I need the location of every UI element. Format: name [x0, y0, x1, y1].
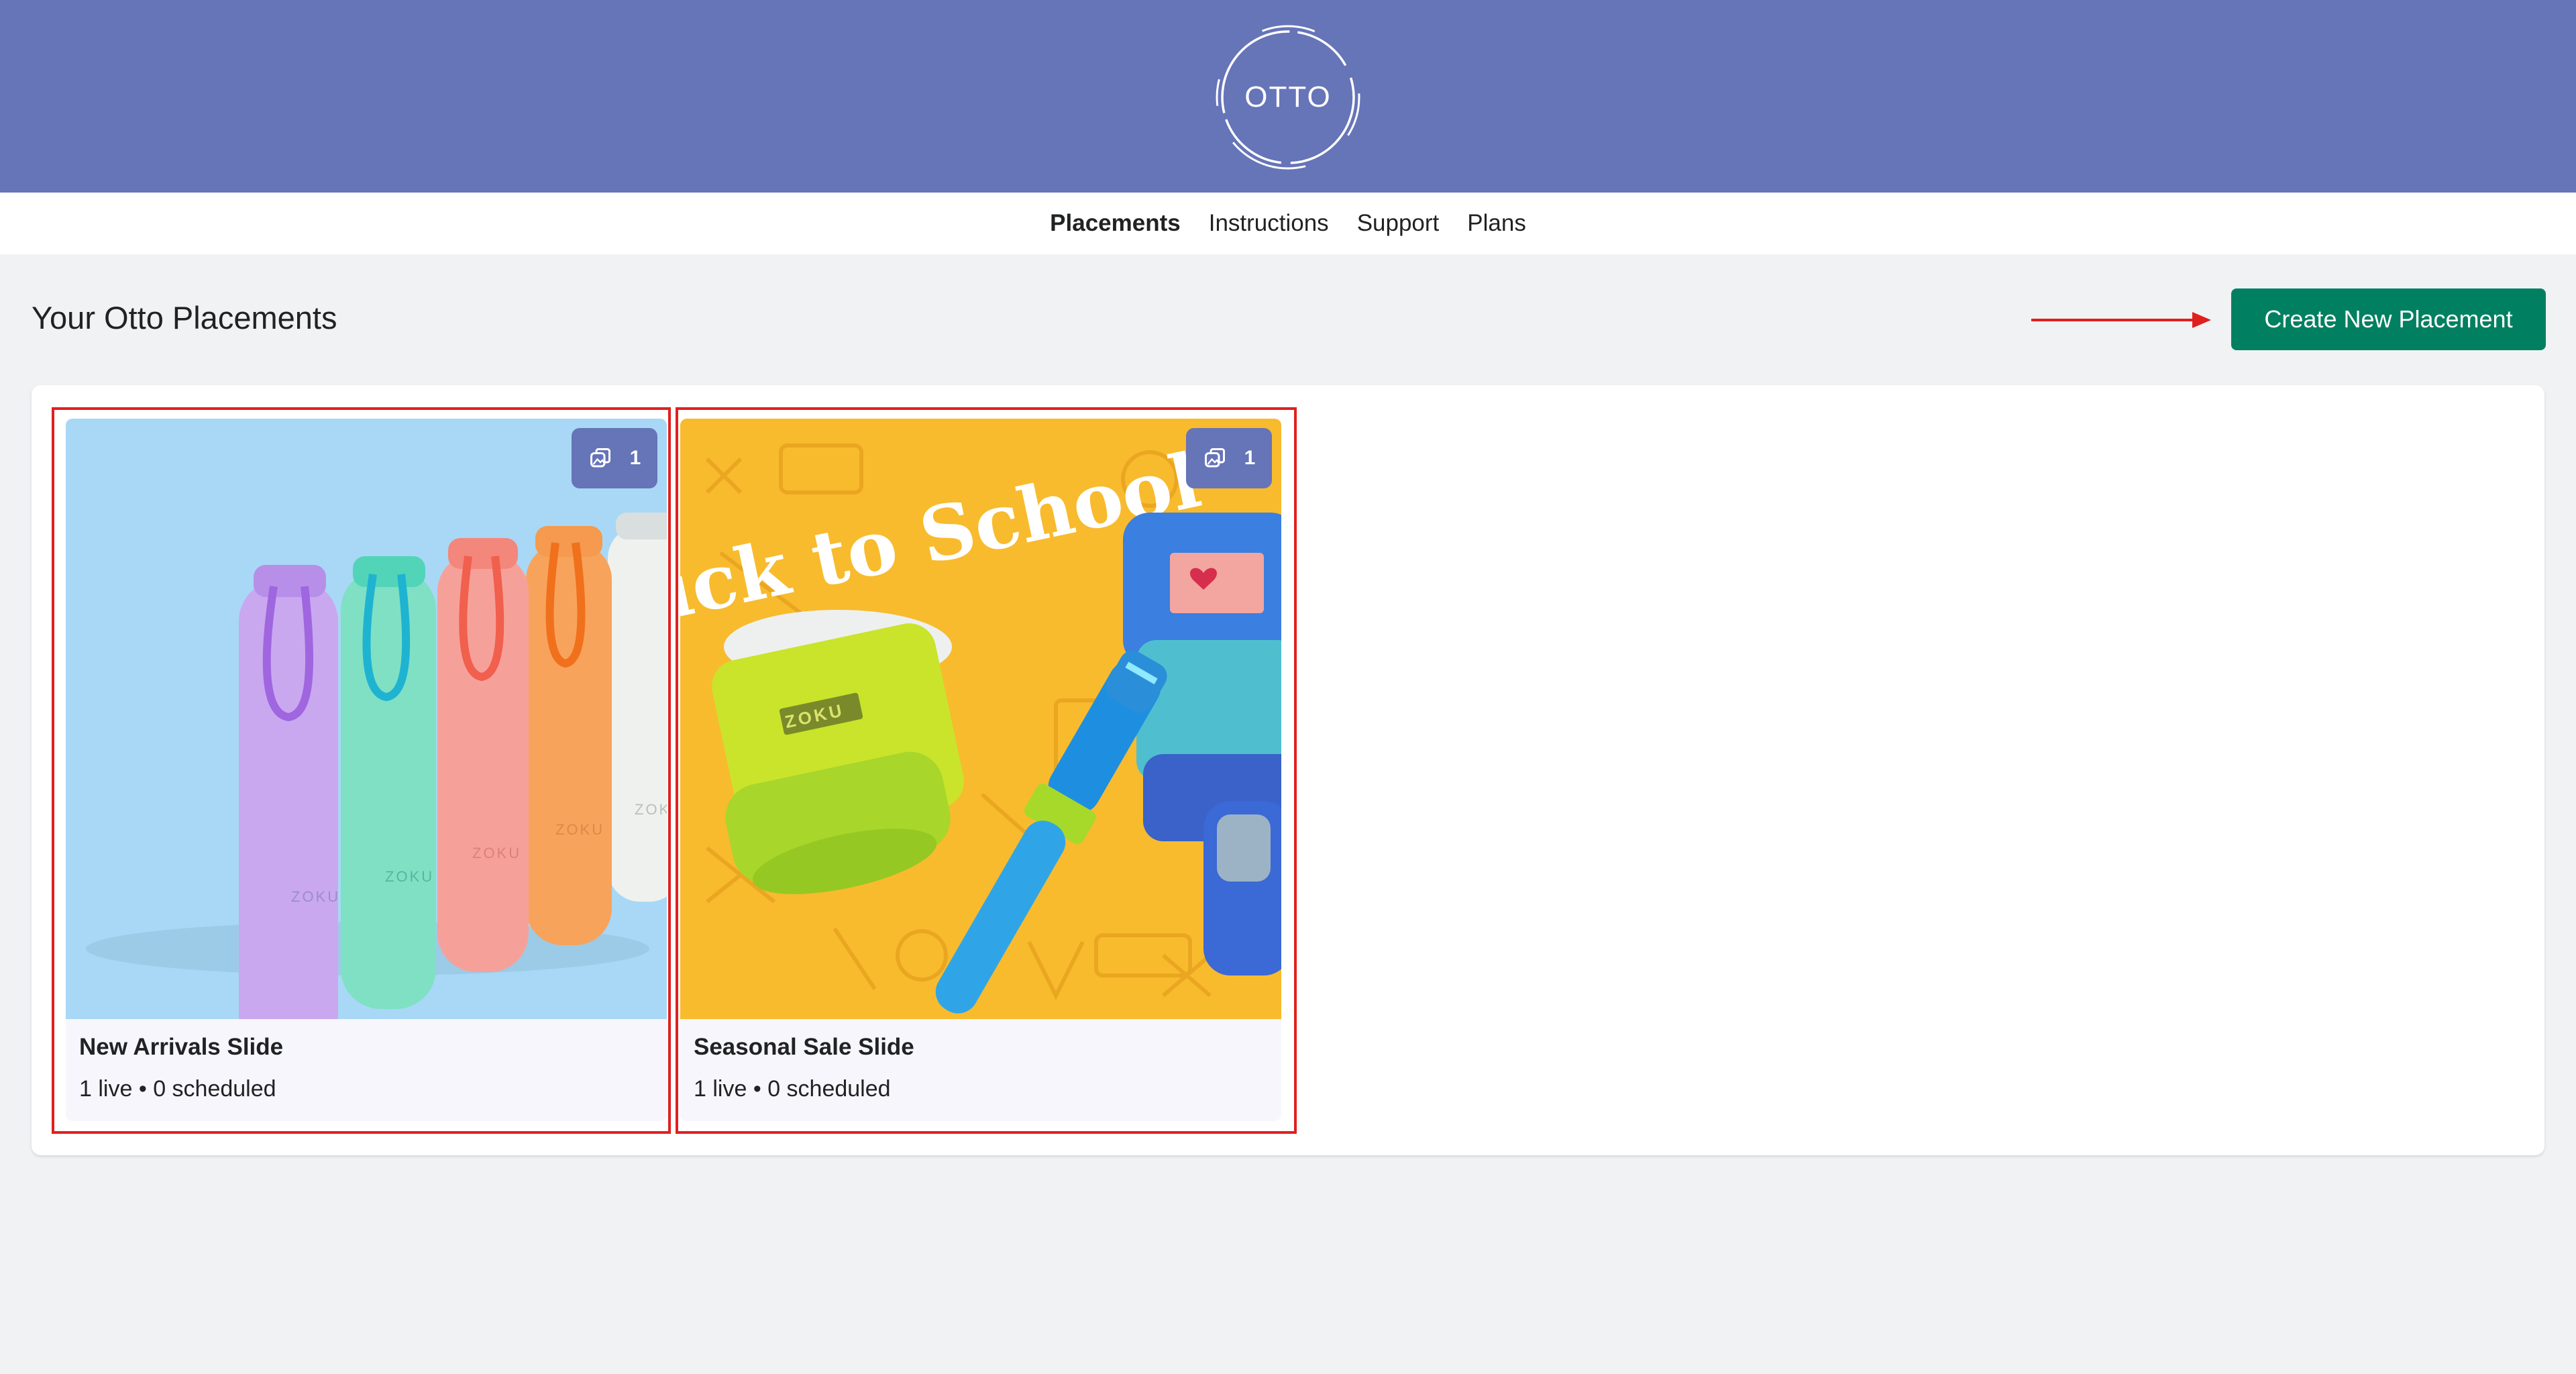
- create-new-placement-button[interactable]: Create New Placement: [2231, 288, 2546, 350]
- bottle-brand-text: ZOKU: [555, 821, 604, 838]
- red-arrow-icon: [2031, 312, 2211, 328]
- placement-card[interactable]: ZOKU ZOKU ZOKU ZOKU ZOK 1 New Arrivals S…: [66, 419, 667, 1121]
- bottle-brand-text: ZOKU: [472, 845, 521, 861]
- slides-stack-icon: [590, 448, 610, 468]
- placement-card[interactable]: ick to School ZOKU 1 Seasonal Sale Slide…: [680, 419, 1281, 1121]
- otto-logo[interactable]: OTTO: [1212, 21, 1364, 173]
- nav-item-instructions[interactable]: Instructions: [1209, 210, 1329, 237]
- slide-count-badge: 1: [572, 428, 657, 488]
- slide-count: 1: [629, 447, 641, 469]
- scheduled-count: 0 scheduled: [153, 1076, 276, 1102]
- page-title: Your Otto Placements: [32, 300, 337, 335]
- slide-count-badge: 1: [1186, 428, 1272, 488]
- placement-title: New Arrivals Slide: [79, 1034, 284, 1060]
- slides-stack-icon: [1204, 448, 1225, 468]
- live-count: 1 live: [79, 1076, 133, 1102]
- bottle-brand-text: ZOKU: [291, 888, 340, 905]
- scheduled-count: 0 scheduled: [767, 1076, 891, 1102]
- bottle-brand-text: ZOKU: [385, 868, 434, 885]
- status-separator: •: [753, 1076, 761, 1102]
- placement-status: 1 live • 0 scheduled: [79, 1076, 276, 1102]
- nav-item-plans[interactable]: Plans: [1467, 210, 1526, 237]
- back-to-school-image: ick to School ZOKU: [680, 419, 1281, 1019]
- bottles-image: ZOKU ZOKU ZOKU ZOKU ZOK: [66, 419, 667, 1019]
- logo-text: OTTO: [1244, 81, 1332, 113]
- status-separator: •: [138, 1076, 147, 1102]
- bottle-brand-text: ZOK: [635, 801, 667, 818]
- app-header: OTTO: [0, 0, 2576, 193]
- placement-thumbnail: ZOKU ZOKU ZOKU ZOKU ZOK: [66, 419, 667, 1019]
- placement-status: 1 live • 0 scheduled: [694, 1076, 891, 1102]
- main-nav: Placements Instructions Support Plans: [0, 193, 2576, 254]
- nav-item-support[interactable]: Support: [1357, 210, 1440, 237]
- nav-item-placements[interactable]: Placements: [1050, 210, 1181, 237]
- placement-title: Seasonal Sale Slide: [694, 1034, 914, 1060]
- placement-thumbnail: ick to School ZOKU: [680, 419, 1281, 1019]
- slide-count: 1: [1244, 447, 1256, 469]
- live-count: 1 live: [694, 1076, 747, 1102]
